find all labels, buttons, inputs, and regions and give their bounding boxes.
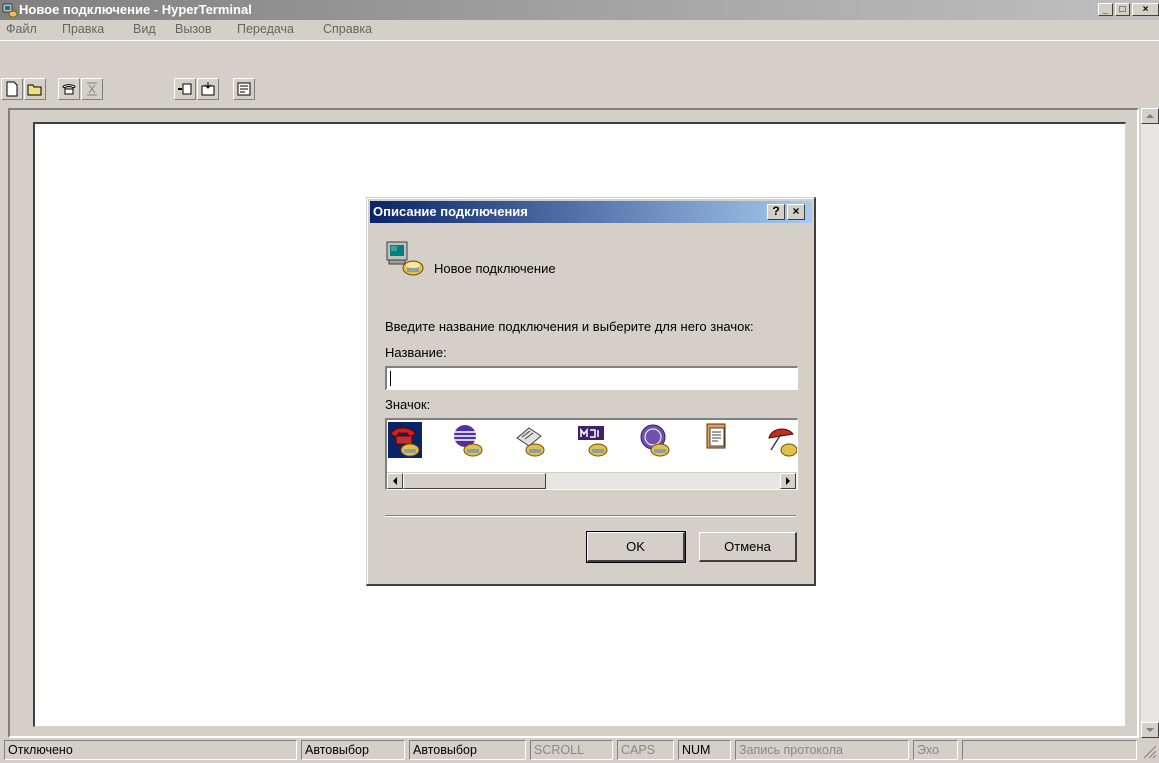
scroll-thumb[interactable] xyxy=(403,473,546,489)
send-button[interactable] xyxy=(174,78,196,100)
dialog-title: Описание подключения xyxy=(373,204,528,219)
call-icon xyxy=(62,84,76,95)
menu-transfer[interactable]: Передача xyxy=(237,21,294,38)
menu-edit[interactable]: Правка xyxy=(62,21,104,38)
open-button[interactable] xyxy=(24,78,46,100)
icon-option-ge[interactable] xyxy=(638,422,672,458)
red-phone-icon xyxy=(390,427,420,457)
window-title: Новое подключение - HyperTerminal xyxy=(19,2,252,17)
disconnect-icon xyxy=(87,82,97,96)
icon-option-mci[interactable] xyxy=(576,422,610,458)
name-input[interactable] xyxy=(385,366,798,390)
icon-option-red-phone[interactable] xyxy=(388,422,422,458)
icon-option-fax[interactable] xyxy=(513,422,547,458)
text-caret xyxy=(390,371,391,386)
scroll-up-button[interactable] xyxy=(1141,108,1159,124)
title-bar[interactable]: Новое подключение - HyperTerminal _ □ × xyxy=(0,0,1159,20)
maximize-button[interactable]: □ xyxy=(1115,3,1130,16)
arrow-left-icon xyxy=(393,477,397,485)
arrow-right-icon xyxy=(786,477,790,485)
icon-option-umbrella[interactable] xyxy=(763,422,797,458)
dialog-separator xyxy=(385,515,796,517)
status-scroll: SCROLL xyxy=(530,740,613,760)
status-spare xyxy=(962,740,1137,760)
new-button[interactable] xyxy=(1,78,23,100)
icon-list[interactable] xyxy=(385,418,798,490)
receive-button[interactable] xyxy=(197,78,219,100)
scroll-down-button[interactable] xyxy=(1141,722,1159,738)
send-icon xyxy=(178,83,192,95)
status-num: NUM xyxy=(678,740,731,760)
status-echo: Эхо xyxy=(913,740,958,760)
close-button[interactable]: × xyxy=(1132,3,1159,16)
properties-icon xyxy=(237,82,251,96)
new-file-icon xyxy=(6,81,18,97)
help-button[interactable]: ? xyxy=(767,204,785,220)
scroll-right-button[interactable] xyxy=(780,473,796,489)
properties-button[interactable] xyxy=(233,78,255,100)
fax-phone-icon xyxy=(516,427,545,457)
call-button[interactable] xyxy=(58,78,80,100)
hyperterminal-app-icon[interactable] xyxy=(2,2,18,18)
cancel-button[interactable]: Отмена xyxy=(699,532,797,562)
dialog-close-button[interactable]: × xyxy=(787,204,805,220)
connection-name-label: Новое подключение xyxy=(434,261,556,276)
arrow-up-icon xyxy=(1146,114,1154,118)
resize-grip-icon[interactable] xyxy=(1141,743,1157,759)
icon-label: Значок: xyxy=(385,397,431,412)
ok-button[interactable]: OK xyxy=(586,531,686,563)
globe-phone-icon xyxy=(454,425,483,457)
umbrella-phone-icon xyxy=(768,428,797,457)
status-emulation: Автовыбор xyxy=(301,740,405,760)
icon-list-scrollbar[interactable] xyxy=(387,472,797,489)
documents-phone-icon xyxy=(706,423,726,449)
name-label: Название: xyxy=(385,345,447,360)
toolbar xyxy=(0,40,1159,100)
ge-phone-icon xyxy=(640,424,670,457)
status-bar: Отключено Автовыбор Автовыбор SCROLL CAP… xyxy=(0,739,1159,763)
connection-icon xyxy=(386,241,424,276)
open-folder-icon xyxy=(27,84,42,96)
dialog-title-bar[interactable]: Описание подключения ? × xyxy=(370,201,812,223)
arrow-down-icon xyxy=(1146,728,1154,732)
status-caps: CAPS xyxy=(617,740,674,760)
minimize-button[interactable]: _ xyxy=(1098,3,1113,16)
mci-phone-icon xyxy=(578,426,608,457)
menu-call[interactable]: Вызов xyxy=(175,21,212,38)
menu-view[interactable]: Вид xyxy=(133,21,156,38)
icon-option-documents[interactable] xyxy=(701,422,735,458)
status-connection: Отключено xyxy=(4,740,297,760)
scroll-left-button[interactable] xyxy=(387,473,403,489)
prompt-text: Введите название подключения и выберите … xyxy=(385,319,754,334)
icon-option-globe[interactable] xyxy=(451,422,485,458)
menu-bar: Файл Правка Вид Вызов Передача Справка xyxy=(0,20,1159,39)
disconnect-button[interactable] xyxy=(81,78,103,100)
receive-icon xyxy=(201,82,215,96)
menu-file[interactable]: Файл xyxy=(6,21,37,38)
status-capture: Запись протокола xyxy=(735,740,909,760)
status-baud: Автовыбор xyxy=(409,740,526,760)
vertical-scrollbar[interactable] xyxy=(1141,108,1159,738)
connection-description-dialog: Описание подключения ? × Новое подключен… xyxy=(366,197,816,586)
menu-help[interactable]: Справка xyxy=(323,21,372,38)
